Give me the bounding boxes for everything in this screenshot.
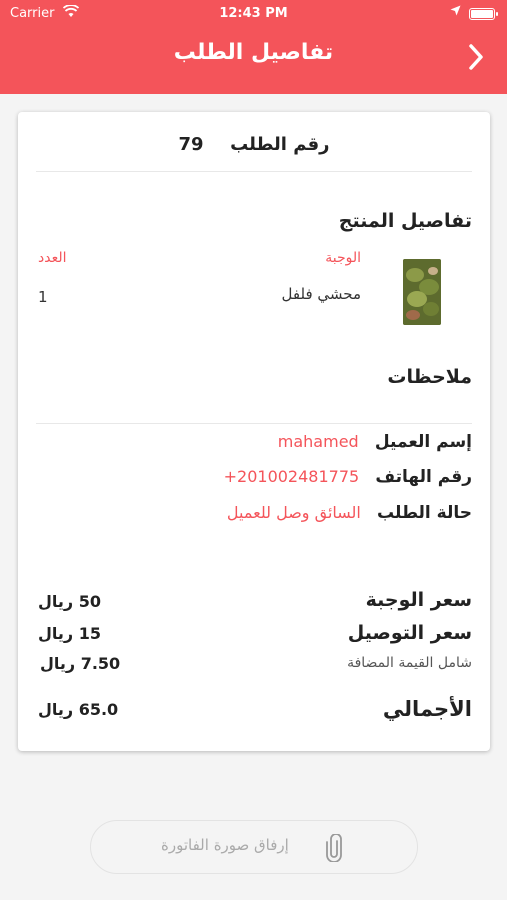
col-header-meal: الوجبة bbox=[325, 250, 361, 266]
divider bbox=[36, 171, 472, 172]
customer-name-label: إسم العميل bbox=[374, 432, 472, 452]
app-header: Carrier 12:43 PM تفاصيل الطلب bbox=[0, 0, 507, 94]
page-title: تفاصيل الطلب bbox=[173, 40, 334, 65]
notes-title: ملاحظات bbox=[387, 366, 472, 388]
customer-name-row: إسم العميل mahamed bbox=[278, 432, 472, 452]
phone-row: رقم الهاتف 201002481775+ bbox=[224, 467, 472, 487]
product-image bbox=[403, 259, 441, 325]
col-header-qty: العدد bbox=[38, 250, 67, 266]
status-bar: Carrier 12:43 PM bbox=[0, 0, 507, 28]
delivery-price-value: 15 ريال bbox=[38, 624, 101, 643]
total-label: الأجمالي bbox=[382, 697, 472, 721]
phone-value: 201002481775+ bbox=[223, 467, 360, 486]
vat-value: 7.50 ريال bbox=[40, 654, 121, 673]
divider bbox=[36, 423, 472, 424]
vat-label: شامل القيمة المضافة bbox=[347, 655, 472, 671]
product-details-title: تفاصيل المنتج bbox=[338, 210, 472, 232]
phone-label: رقم الهاتف bbox=[375, 467, 472, 487]
item-qty: 1 bbox=[38, 288, 48, 306]
battery-icon bbox=[469, 8, 498, 20]
paperclip-icon bbox=[324, 833, 344, 863]
total-value: 65.0 ريال bbox=[38, 700, 119, 719]
order-number-value: 79 bbox=[178, 134, 204, 155]
order-number: رقم الطلب 79 bbox=[18, 134, 490, 155]
attach-invoice-button[interactable]: إرفاق صورة الفاتورة bbox=[90, 820, 418, 874]
meal-price-value: 50 ريال bbox=[38, 592, 101, 611]
back-button[interactable] bbox=[463, 40, 489, 74]
order-status-value: السائق وصل للعميل bbox=[226, 503, 361, 522]
order-status-label: حالة الطلب bbox=[377, 503, 472, 523]
delivery-price-label: سعر التوصيل bbox=[347, 622, 472, 644]
location-arrow-icon bbox=[450, 5, 461, 20]
order-details-card: رقم الطلب 79 تفاصيل المنتج الوجبة العدد … bbox=[18, 112, 490, 751]
order-status-row: حالة الطلب السائق وصل للعميل bbox=[227, 503, 472, 523]
chevron-icon bbox=[469, 44, 483, 70]
meal-price-label: سعر الوجبة bbox=[365, 589, 472, 611]
attach-invoice-label: إرفاق صورة الفاتورة bbox=[161, 836, 289, 854]
clock: 12:43 PM bbox=[219, 6, 288, 21]
order-number-label: رقم الطلب bbox=[230, 134, 330, 155]
customer-name-value: mahamed bbox=[277, 432, 359, 451]
item-name: محشي فلفل bbox=[281, 285, 361, 303]
